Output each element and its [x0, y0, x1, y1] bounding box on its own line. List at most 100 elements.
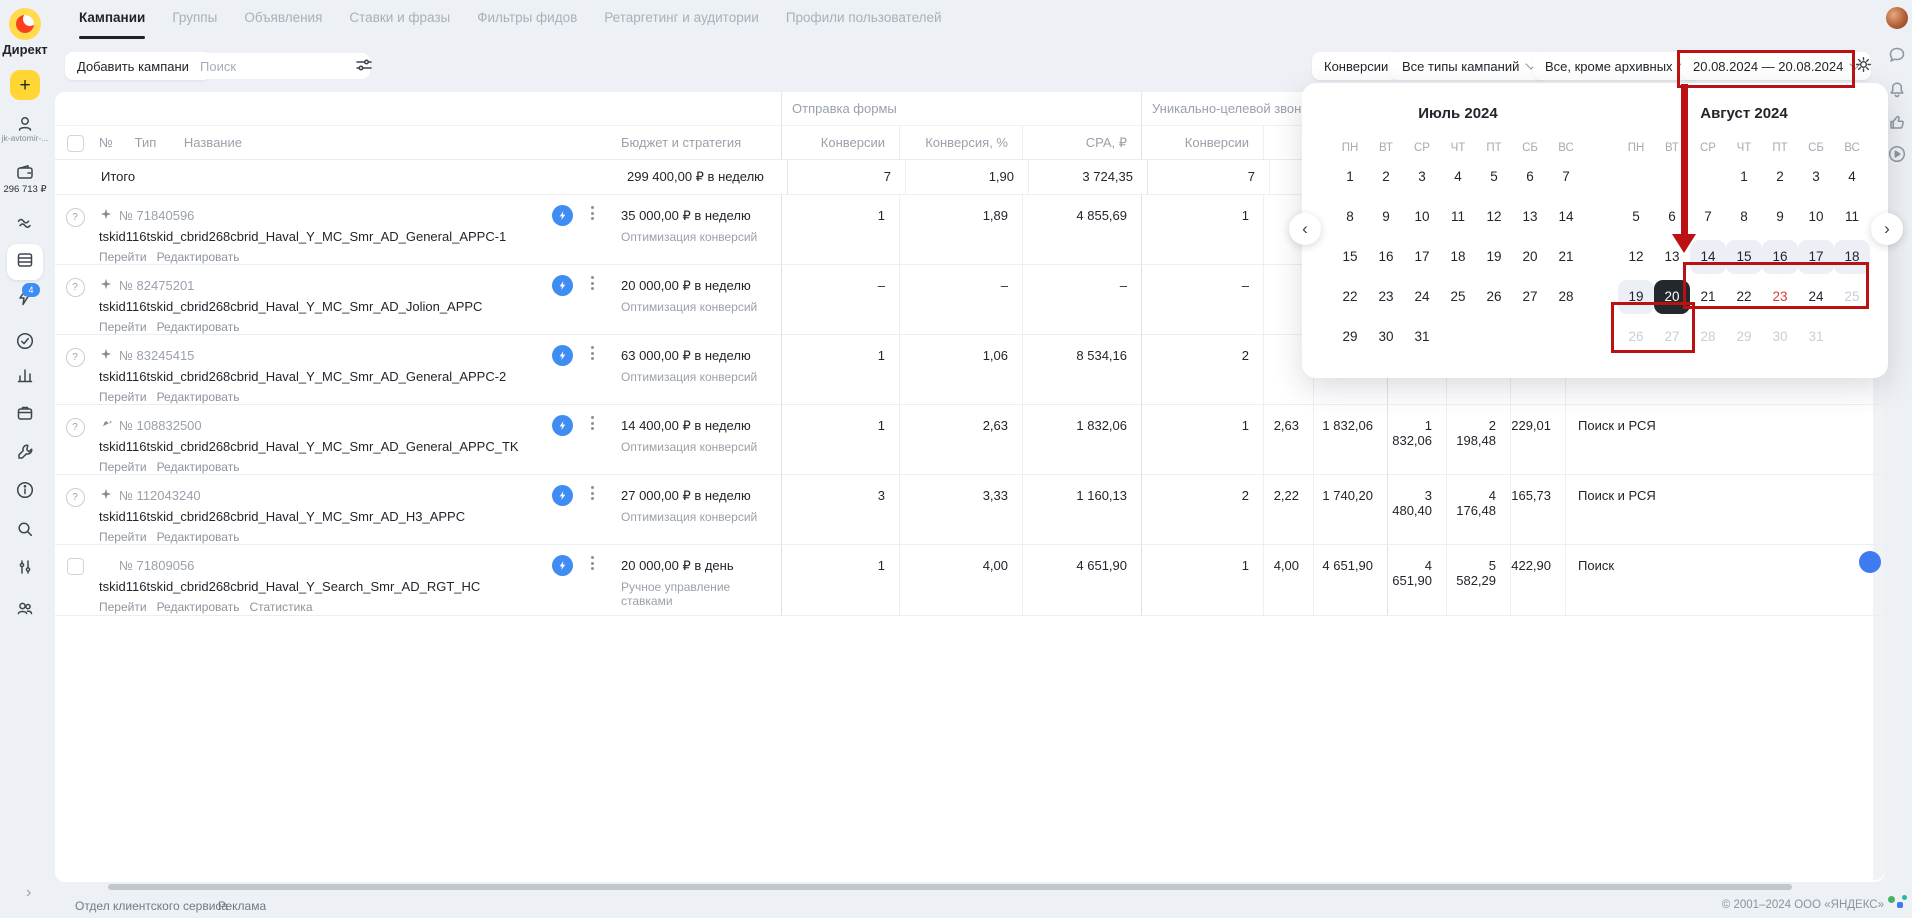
archive-filter[interactable]: Все, кроме архивных	[1533, 52, 1701, 80]
row-help-icon[interactable]: ?	[66, 418, 85, 437]
calendar-day[interactable]: 22	[1332, 280, 1368, 314]
calendar-day[interactable]: 20	[1654, 280, 1690, 314]
row-link-1[interactable]: Редактировать	[157, 530, 240, 544]
sidebar-item-audience[interactable]	[7, 592, 43, 628]
date-range-picker[interactable]: 20.08.2024 — 20.08.2024	[1681, 52, 1871, 80]
table-settings-button[interactable]	[1851, 55, 1875, 79]
calendar-day[interactable]: 15	[1726, 240, 1762, 274]
calendar-day[interactable]: 28	[1548, 280, 1584, 314]
row-link-0[interactable]: Перейти	[99, 600, 147, 614]
row-link-0[interactable]: Перейти	[99, 530, 147, 544]
sidebar-item-orders[interactable]	[7, 397, 43, 433]
calendar-day[interactable]: 19	[1618, 280, 1654, 314]
sidebar-item-settings[interactable]	[7, 551, 43, 587]
calendar-day[interactable]: 19	[1476, 240, 1512, 274]
calendar-day[interactable]: 12	[1618, 240, 1654, 274]
row-link-0[interactable]: Перейти	[99, 390, 147, 404]
search-input[interactable]	[188, 53, 370, 79]
calendar-day[interactable]: 13	[1654, 240, 1690, 274]
sidebar-item-info[interactable]	[7, 474, 43, 510]
chat-button[interactable]	[1886, 46, 1908, 68]
calendar-day[interactable]: 10	[1404, 200, 1440, 234]
campaign-name[interactable]: tskid116tskid_cbrid268cbrid_Haval_Y_MC_S…	[99, 509, 615, 524]
boost-status-button[interactable]	[552, 345, 573, 366]
row-help-icon[interactable]: ?	[66, 208, 85, 227]
calendar-day[interactable]: 11	[1440, 200, 1476, 234]
campaign-type-filter[interactable]: Все типы кампаний	[1390, 52, 1547, 80]
row-menu-button[interactable]	[587, 416, 597, 430]
tab-0[interactable]: Кампании	[79, 10, 145, 39]
row-menu-button[interactable]	[587, 346, 597, 360]
campaign-name[interactable]: tskid116tskid_cbrid268cbrid_Haval_Y_MC_S…	[99, 229, 615, 244]
row-link-0[interactable]: Перейти	[99, 250, 147, 264]
calendar-day[interactable]: 25	[1440, 280, 1476, 314]
boost-status-button[interactable]	[552, 275, 573, 296]
calendar-day[interactable]: 29	[1332, 320, 1368, 354]
calendar-day[interactable]: 17	[1798, 240, 1834, 274]
calendar-day[interactable]: 21	[1690, 280, 1726, 314]
calendar-day[interactable]: 6	[1654, 200, 1690, 234]
calendar-day[interactable]: 4	[1440, 160, 1476, 194]
calendar-day[interactable]: 7	[1690, 200, 1726, 234]
sidebar-item-search[interactable]	[7, 513, 43, 549]
calendar-day[interactable]: 26	[1476, 280, 1512, 314]
calendar-day[interactable]: 12	[1476, 200, 1512, 234]
calendar-day[interactable]: 24	[1404, 280, 1440, 314]
row-link-1[interactable]: Редактировать	[157, 250, 240, 264]
help-peek-button[interactable]	[1859, 551, 1881, 573]
calendar-day[interactable]: 20	[1512, 240, 1548, 274]
row-checkbox[interactable]	[67, 558, 84, 575]
tab-2[interactable]: Объявления	[244, 10, 322, 39]
col-conversions-2[interactable]: Конверсии	[1141, 126, 1263, 159]
row-help-icon[interactable]: ?	[66, 278, 85, 297]
row-help-icon[interactable]: ?	[66, 488, 85, 507]
select-all-checkbox[interactable]	[67, 135, 84, 152]
yandex-direct-logo-icon[interactable]	[9, 8, 41, 40]
calendar-day[interactable]: 21	[1548, 240, 1584, 274]
calendar-day[interactable]: 15	[1332, 240, 1368, 274]
notifications-button[interactable]	[1886, 81, 1908, 103]
calendar-day[interactable]: 18	[1834, 240, 1870, 274]
calendar-day[interactable]: 14	[1690, 240, 1726, 274]
calendar-day[interactable]: 22	[1726, 280, 1762, 314]
campaign-name[interactable]: tskid116tskid_cbrid268cbrid_Haval_Y_MC_S…	[99, 299, 615, 314]
sidebar-item-tools[interactable]	[7, 436, 43, 472]
calendar-day[interactable]: 4	[1834, 160, 1870, 194]
calendar-day[interactable]: 17	[1404, 240, 1440, 274]
calendar-day[interactable]: 14	[1548, 200, 1584, 234]
user-avatar[interactable]	[1886, 7, 1908, 29]
row-link-1[interactable]: Редактировать	[157, 460, 240, 474]
calendar-day[interactable]: 8	[1726, 200, 1762, 234]
filter-button[interactable]	[352, 55, 376, 79]
calendar-day[interactable]: 10	[1798, 200, 1834, 234]
boost-status-button[interactable]	[552, 415, 573, 436]
row-menu-button[interactable]	[587, 206, 597, 220]
row-menu-button[interactable]	[587, 556, 597, 570]
boost-status-button[interactable]	[552, 205, 573, 226]
calendar-day[interactable]: 30	[1368, 320, 1404, 354]
col-cpa[interactable]: CPA, ₽	[1022, 126, 1141, 159]
calendar-day[interactable]: 16	[1762, 240, 1798, 274]
boost-status-button[interactable]	[552, 485, 573, 506]
calendar-day[interactable]: 23	[1762, 280, 1798, 314]
col-type[interactable]: Тип	[135, 135, 157, 150]
calendar-day[interactable]: 23	[1368, 280, 1404, 314]
col-num[interactable]: №	[99, 135, 113, 150]
row-menu-button[interactable]	[587, 276, 597, 290]
col-budget[interactable]: Бюджет и стратегия	[615, 126, 781, 159]
calendar-day[interactable]: 1	[1332, 160, 1368, 194]
row-link-0[interactable]: Перейти	[99, 460, 147, 474]
horizontal-scrollbar[interactable]	[108, 884, 1792, 890]
calendar-day[interactable]: 27	[1512, 280, 1548, 314]
sidebar-item-overview[interactable]	[7, 207, 43, 243]
calendar-day[interactable]: 2	[1762, 160, 1798, 194]
sidebar-item-statistics[interactable]	[7, 359, 43, 395]
metric-pill[interactable]: Конверсии	[1312, 52, 1400, 80]
calendar-day[interactable]: 3	[1404, 160, 1440, 194]
col-name[interactable]: Название	[184, 135, 242, 150]
video-help-button[interactable]	[1886, 145, 1908, 167]
row-link-1[interactable]: Редактировать	[157, 390, 240, 404]
campaign-name[interactable]: tskid116tskid_cbrid268cbrid_Haval_Y_MC_S…	[99, 439, 615, 454]
boost-status-button[interactable]	[552, 555, 573, 576]
campaign-name[interactable]: tskid116tskid_cbrid268cbrid_Haval_Y_MC_S…	[99, 369, 615, 384]
